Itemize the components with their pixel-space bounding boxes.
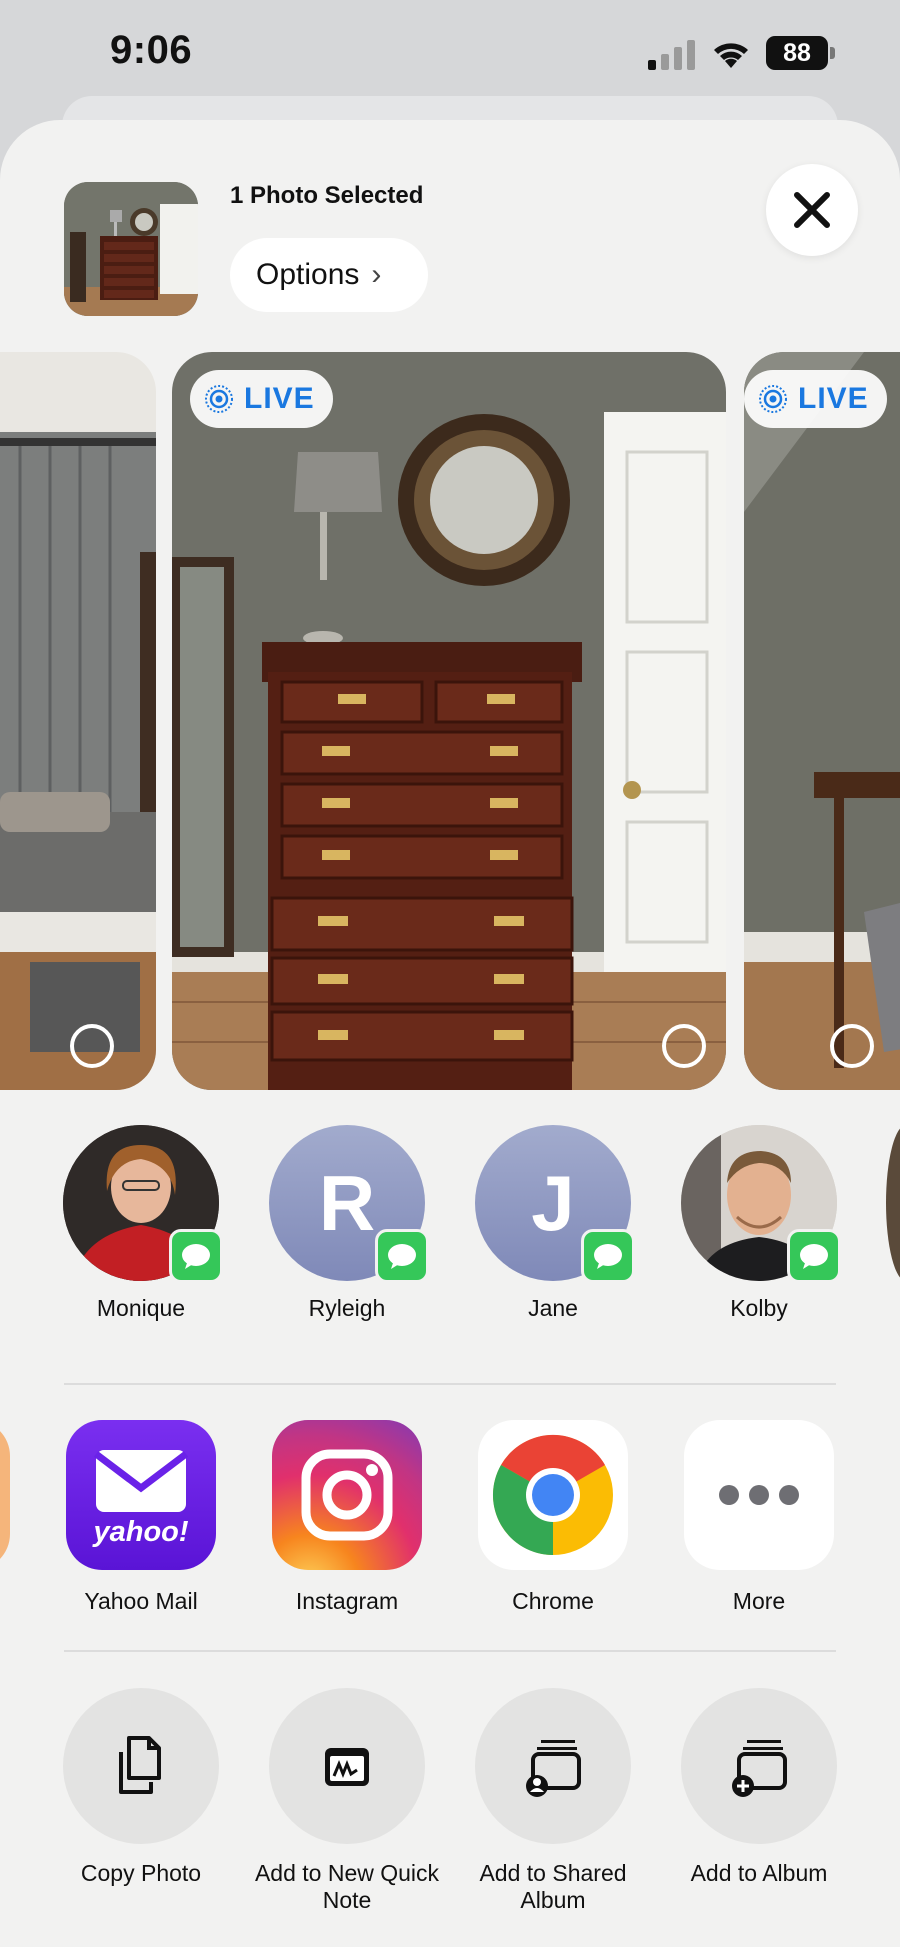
contact-jane[interactable]: J Jane — [453, 1125, 653, 1322]
photo-card-previous[interactable] — [0, 352, 156, 1090]
photo-select-circle[interactable] — [662, 1024, 706, 1068]
selected-photo-thumbnail — [64, 182, 198, 316]
divider — [64, 1383, 836, 1385]
live-label: LIVE — [244, 382, 315, 415]
photo-card-next[interactable]: LIVE — [744, 352, 900, 1090]
app-label: Chrome — [512, 1588, 594, 1614]
wifi-icon — [714, 43, 748, 68]
shared-album-icon — [475, 1688, 631, 1844]
app-partial[interactable] — [0, 1420, 10, 1570]
live-badge: LIVE — [744, 370, 887, 428]
avatar — [681, 1125, 841, 1283]
close-button[interactable] — [766, 164, 858, 256]
action-quick-note[interactable]: Add to New Quick Note — [244, 1688, 450, 1914]
add-album-icon — [681, 1688, 837, 1844]
action-label: Add to Album — [690, 1860, 828, 1886]
live-photo-icon — [759, 385, 787, 413]
instagram-icon — [272, 1420, 422, 1570]
app-label: Instagram — [295, 1588, 399, 1614]
close-icon — [794, 192, 830, 228]
app-yahoo-mail[interactable]: yahoo! Yahoo Mail — [38, 1420, 244, 1615]
live-photo-icon — [205, 385, 233, 413]
action-label: Add to New Quick Note — [254, 1860, 440, 1913]
options-label: Options — [256, 258, 360, 291]
status-time: 9:06 — [110, 28, 193, 72]
app-chrome[interactable]: Chrome — [450, 1420, 656, 1615]
action-label: Add to Shared Album — [479, 1860, 627, 1913]
contact-name: Ryleigh — [308, 1295, 386, 1321]
app-more[interactable]: More — [656, 1420, 862, 1615]
options-button[interactable]: Options › — [230, 238, 428, 312]
contact-monique[interactable]: Monique — [41, 1125, 241, 1322]
avatar — [63, 1125, 223, 1283]
messages-badge-icon — [581, 1229, 635, 1283]
share-sheet: 1 Photo Selected Options › LIVE LIVE Mon… — [0, 120, 900, 1947]
photo-select-circle[interactable] — [830, 1024, 874, 1068]
selection-title: 1 Photo Selected — [230, 182, 424, 209]
yahoo-wordmark: yahoo! — [93, 1516, 189, 1548]
contact-name: Jane — [528, 1295, 578, 1321]
status-bar: 9:06 88 — [0, 0, 900, 110]
live-label: LIVE — [798, 382, 869, 415]
cellular-signal-icon — [648, 40, 695, 70]
contact-kolby[interactable]: Kolby — [659, 1125, 859, 1322]
action-copy-photo[interactable]: Copy Photo — [38, 1688, 244, 1887]
photo-select-circle[interactable] — [70, 1024, 114, 1068]
action-shared-album[interactable]: Add to Shared Album — [450, 1688, 656, 1914]
chrome-icon — [478, 1420, 628, 1570]
messages-badge-icon — [375, 1229, 429, 1283]
chevron-right-icon: › — [371, 258, 382, 291]
app-instagram[interactable]: Instagram — [244, 1420, 450, 1615]
contact-ryleigh[interactable]: R Ryleigh — [247, 1125, 447, 1322]
app-label: Yahoo Mail — [84, 1588, 198, 1614]
live-badge: LIVE — [190, 370, 333, 428]
avatar: R — [269, 1125, 429, 1283]
photo-card-current[interactable]: LIVE — [172, 352, 726, 1090]
contact-name: Kolby — [730, 1295, 788, 1321]
battery-level: 88 — [766, 36, 828, 70]
messages-badge-icon — [169, 1229, 223, 1283]
quick-note-icon — [269, 1688, 425, 1844]
action-add-album[interactable]: Add to Album — [656, 1688, 862, 1887]
copy-icon — [63, 1688, 219, 1844]
people-row: Monique R Ryleigh J Jane Kolby — [0, 1125, 900, 1345]
contact-name: Monique — [96, 1295, 186, 1321]
contact-partial[interactable] — [886, 1125, 900, 1281]
battery-icon: 88 — [766, 36, 836, 70]
messages-badge-icon — [787, 1229, 841, 1283]
more-icon — [684, 1420, 834, 1570]
app-label: More — [732, 1588, 786, 1614]
yahoo-mail-icon: yahoo! — [66, 1420, 216, 1570]
divider — [64, 1650, 836, 1652]
action-label: Copy Photo — [80, 1860, 202, 1886]
avatar: J — [475, 1125, 635, 1283]
